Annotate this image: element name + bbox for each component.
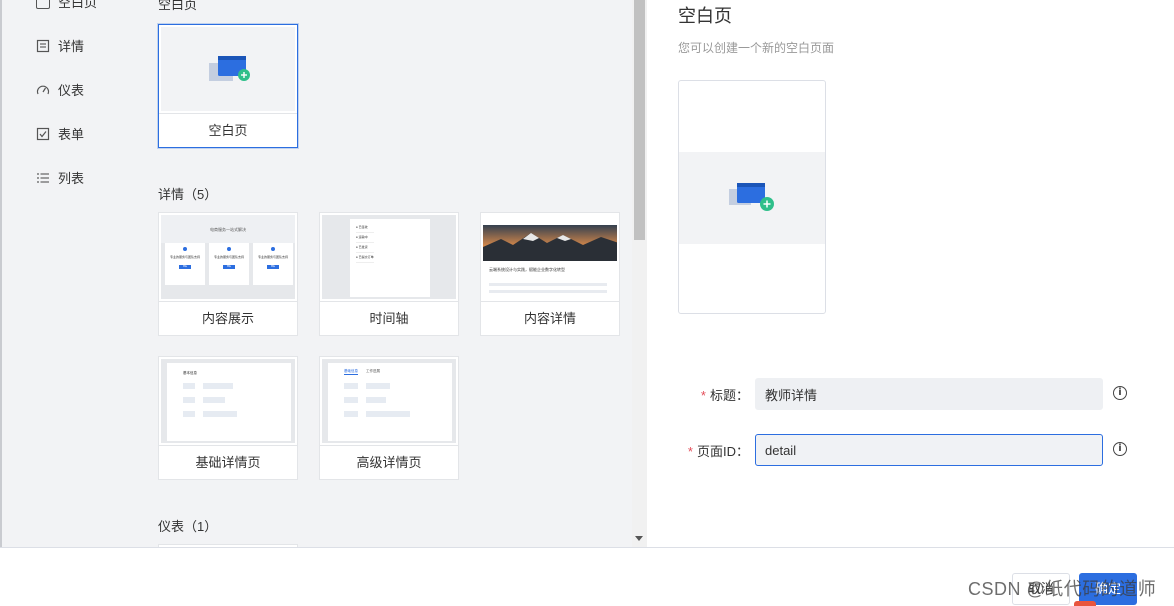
preview-panel: 空白页 您可以创建一个新的空白页面 *标题： i *页面ID： i: [647, 0, 1174, 547]
template-panel: 空白页 详情 仪表 表单 列表 空白页 空白页 详情（5） 电商服务一站式解决 …: [0, 0, 647, 547]
category-sidebar: 空白页 详情 仪表 表单 列表: [2, 0, 142, 547]
scrollbar-thumb[interactable]: [634, 0, 645, 240]
card-label: 内容详情: [481, 301, 619, 335]
card-label: 空白页: [159, 113, 297, 147]
sidebar-item-label: 详情: [58, 39, 85, 54]
sidebar-item-form[interactable]: 表单: [36, 124, 84, 143]
sidebar-item-list[interactable]: 列表: [36, 168, 84, 187]
form-row-title: *标题： i: [647, 378, 1174, 410]
section-title-detail: 详情（5）: [158, 187, 218, 202]
blank-page-illustration: [209, 56, 250, 81]
blank-page-illustration: [729, 183, 774, 211]
card-thumbnail: [161, 27, 295, 111]
list-icon: [36, 171, 50, 185]
scroll-down-arrow-icon[interactable]: [635, 536, 643, 541]
template-scrollbar[interactable]: [632, 0, 647, 547]
sidebar-item-detail[interactable]: 详情: [36, 36, 84, 55]
form-checkbox-icon: [36, 127, 50, 141]
sidebar-item-label: 仪表: [58, 83, 85, 98]
card-thumbnail: 基础信息 工作进展: [322, 359, 456, 443]
template-card-basic-detail[interactable]: 基本信息 基础详情页: [158, 356, 298, 480]
page-preview: [678, 80, 826, 314]
preview-description: 您可以创建一个新的空白页面: [678, 41, 835, 55]
template-card-advanced-detail[interactable]: 基础信息 工作进展 高级详情页: [319, 356, 459, 480]
sidebar-item-label: 空白页: [58, 0, 98, 10]
info-icon[interactable]: i: [1113, 386, 1127, 400]
card-thumbnail: 云端系统设计与实践，赋能企业数字化转型: [483, 215, 617, 299]
template-card-blank[interactable]: 空白页: [158, 24, 298, 148]
red-marker: [1074, 601, 1096, 606]
blank-page-icon: [36, 0, 50, 9]
template-card-timeline[interactable]: ● 已签收 —————— ● 运输中 —————— ● 已发货 —————— ●…: [319, 212, 459, 336]
info-icon[interactable]: i: [1113, 442, 1127, 456]
card-label: 时间轴: [320, 301, 458, 335]
section-title-dashboard: 仪表（1）: [158, 519, 218, 534]
sidebar-item-dashboard[interactable]: 仪表: [36, 80, 84, 99]
detail-icon: [36, 39, 50, 53]
preview-title: 空白页: [678, 6, 732, 26]
sidebar-item-label: 表单: [58, 127, 85, 142]
watermark: CSDN @纸代码的道师: [968, 579, 1157, 599]
mountain-photo: [483, 225, 617, 261]
title-label: * 标题：: [700, 388, 749, 403]
sidebar-item-blank[interactable]: 空白页: [36, 0, 97, 11]
card-label: 内容展示: [159, 301, 297, 335]
title-input[interactable]: [755, 378, 1103, 410]
card-thumbnail: 基本信息: [161, 359, 295, 443]
card-label: 基础详情页: [159, 445, 297, 479]
card-label: 高级详情页: [320, 445, 458, 479]
form-row-page-id: *页面ID： i: [647, 434, 1174, 466]
card-thumbnail: 电商服务一站式解决 专业的服务与团队支持 查看 专业的服务与团队支持 查看 专业…: [161, 215, 295, 299]
section-title-blank: 空白页: [158, 0, 198, 12]
page-id-input[interactable]: [755, 434, 1103, 466]
template-card-content-detail[interactable]: 云端系统设计与实践，赋能企业数字化转型 内容详情: [480, 212, 620, 336]
sidebar-item-label: 列表: [58, 171, 85, 186]
page-id-label: * 页面ID：: [687, 444, 749, 459]
card-thumbnail: ● 已签收 —————— ● 运输中 —————— ● 已发货 —————— ●…: [322, 215, 456, 299]
template-card-content-show[interactable]: 电商服务一站式解决 专业的服务与团队支持 查看 专业的服务与团队支持 查看 专业…: [158, 212, 298, 336]
dashboard-icon: [36, 83, 50, 97]
